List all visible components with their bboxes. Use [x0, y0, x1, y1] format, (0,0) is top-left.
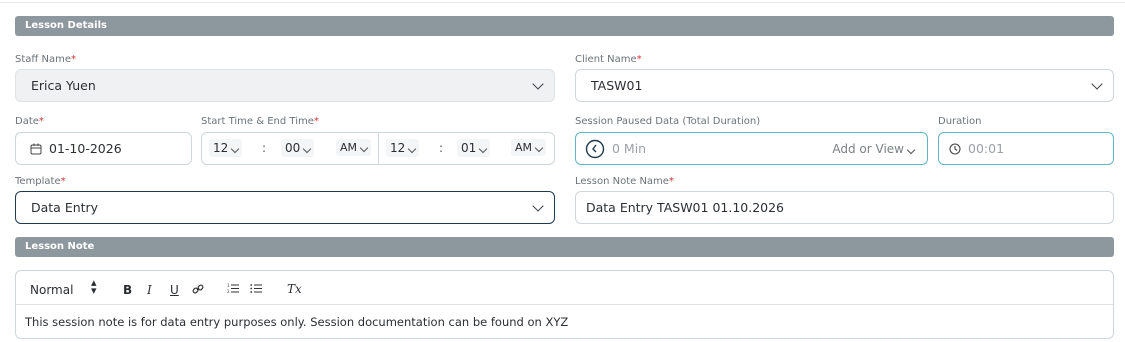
start-hour-select[interactable]: 12 [209, 139, 243, 157]
time-divider [378, 133, 379, 164]
editor-toolbar [15, 270, 1114, 305]
duration-label: Duration [938, 116, 982, 127]
staff-name-label: Staff Name* [15, 54, 76, 65]
calendar-icon [30, 143, 42, 154]
link-icon[interactable] [192, 283, 204, 295]
chevron-down-icon [1091, 77, 1103, 90]
add-or-view-button[interactable]: Add or View [832, 142, 916, 156]
ordered-list-icon[interactable]: 1 2 [227, 283, 239, 294]
clock-icon [949, 142, 961, 155]
section-header-lesson-details: Lesson Details [15, 16, 1114, 36]
staff-name-value: Erica Yuen [31, 78, 96, 93]
clock-back-icon [585, 139, 605, 158]
start-ampm-select[interactable]: AM [336, 139, 372, 156]
time-colon: : [439, 141, 444, 155]
duration-field: 00:01 [938, 132, 1114, 165]
clear-format-icon[interactable]: Tx [287, 282, 302, 296]
paused-data-field[interactable]: 0 Min Add or View [575, 132, 928, 165]
italic-button[interactable]: I [147, 283, 152, 297]
end-hour-select[interactable]: 12 [386, 139, 420, 157]
duration-value: 00:01 [968, 141, 1005, 156]
end-ampm-select[interactable]: AM [511, 139, 547, 156]
format-toggle-icon[interactable]: ▴ ▾ [91, 277, 97, 296]
format-select[interactable]: Normal [30, 283, 73, 297]
template-select[interactable]: Data Entry [15, 191, 555, 224]
paused-value: 0 Min [612, 141, 647, 156]
svg-text:1: 1 [227, 283, 230, 288]
svg-text:2: 2 [227, 289, 230, 294]
client-name-label: Client Name* [575, 54, 642, 65]
paused-label: Session Paused Data (Total Duration) [575, 116, 761, 127]
date-value: 01-10-2026 [49, 141, 122, 156]
staff-name-select[interactable]: Erica Yuen [15, 69, 555, 102]
editor-content[interactable]: This session note is for data entry purp… [15, 304, 1114, 339]
lesson-note-name-label: Lesson Note Name* [575, 176, 674, 187]
lesson-note-name-value: Data Entry TASW01 01.10.2026 [586, 200, 785, 215]
chevron-down-icon [532, 77, 544, 90]
time-label: Start Time & End Time* [201, 116, 319, 127]
bullet-list-icon[interactable] [250, 283, 262, 294]
client-name-value: TASW01 [591, 78, 643, 93]
lesson-note-name-input[interactable]: Data Entry TASW01 01.10.2026 [575, 191, 1114, 224]
time-range-group [201, 132, 555, 165]
template-label: Template* [15, 176, 66, 187]
start-minute-select[interactable]: 00 [281, 139, 315, 157]
end-minute-select[interactable]: 01 [457, 139, 491, 157]
time-colon: : [262, 141, 267, 155]
underline-button[interactable]: U [170, 283, 179, 297]
date-label: Date* [15, 116, 44, 127]
top-divider [0, 2, 1125, 3]
chevron-down-icon [532, 199, 544, 212]
template-value: Data Entry [31, 200, 99, 215]
bold-button[interactable]: B [123, 283, 132, 297]
section-header-lesson-note: Lesson Note [15, 237, 1114, 257]
note-text: This session note is for data entry purp… [25, 315, 569, 329]
client-name-select[interactable]: TASW01 [575, 69, 1114, 102]
date-input[interactable]: 01-10-2026 [15, 132, 192, 165]
